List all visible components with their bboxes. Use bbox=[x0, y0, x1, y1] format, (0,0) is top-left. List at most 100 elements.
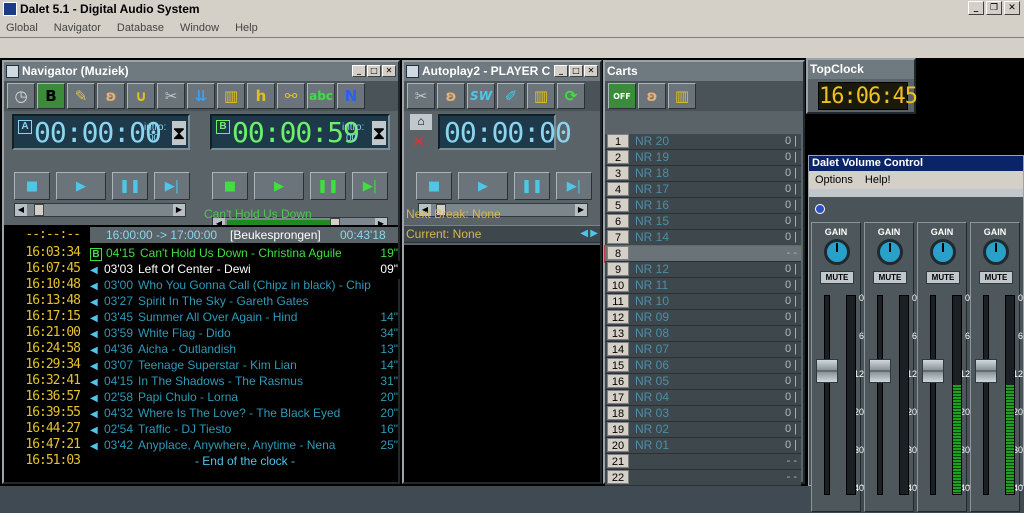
trash-icon[interactable]: ▥ bbox=[527, 83, 555, 109]
playlist-row[interactable]: 16:32:41 ◀ 04'15 In The Shadows - The Rasmu… bbox=[4, 373, 398, 389]
volume-fader[interactable] bbox=[975, 359, 997, 383]
cart-slot[interactable]: 8 - - bbox=[604, 245, 802, 263]
playlist-row[interactable]: 16:10:48 ◀ 03'00 Who You Gonna Call (Chipz … bbox=[4, 277, 398, 293]
navigator-titlebar[interactable]: Navigator (Muziek) _ □ ✕ bbox=[4, 62, 398, 81]
pen-icon[interactable]: ✐ bbox=[497, 83, 525, 109]
slider-thumb[interactable] bbox=[33, 204, 44, 216]
n-button[interactable]: N bbox=[337, 83, 365, 109]
cart-slot[interactable]: 17 NR 04 0 | bbox=[605, 390, 801, 406]
autoplay-next-button[interactable]: ▶| bbox=[556, 172, 592, 200]
menu-database[interactable]: Database bbox=[117, 22, 164, 34]
prev-arrow-icon[interactable]: ◀ bbox=[580, 228, 588, 239]
playlist-row[interactable]: 16:44:27 ◀ 02'54 Traffic - DJ Tiesto 16" bbox=[4, 421, 398, 437]
player-b-play-button[interactable]: ▶ bbox=[254, 172, 304, 200]
cart-slot[interactable]: 18 NR 03 0 | bbox=[605, 406, 801, 422]
volume-fader[interactable] bbox=[816, 359, 838, 383]
autoplay-titlebar[interactable]: Autoplay2 - PLAYER C _ □ ✕ bbox=[404, 62, 600, 81]
off-button[interactable]: OFF bbox=[608, 83, 636, 109]
playlist-row[interactable]: 16:47:21 ◀ 03'42 Anyplace, Anywhere, Anytim… bbox=[4, 437, 398, 453]
cart-slot[interactable]: 5 NR 16 0 | bbox=[605, 198, 801, 214]
playlist-row[interactable]: 16:51:03 - End of the clock - bbox=[4, 453, 398, 469]
cart-slot[interactable]: 1 NR 20 0 | bbox=[605, 134, 801, 150]
playlist-row[interactable]: 16:29:34 ◀ 03'07 Teenage Superstar - Kim Li… bbox=[4, 357, 398, 373]
magnet-icon[interactable]: ∪ bbox=[127, 83, 155, 109]
trash-icon[interactable]: ▥ bbox=[217, 83, 245, 109]
cart-slot[interactable]: 10 NR 11 0 | bbox=[605, 278, 801, 294]
menu-window[interactable]: Window bbox=[180, 22, 219, 34]
player-b-next-button[interactable]: ▶| bbox=[352, 172, 388, 200]
cart-slot[interactable]: 2 NR 19 0 | bbox=[605, 150, 801, 166]
restore-button[interactable]: ❐ bbox=[986, 1, 1002, 15]
mute-button[interactable]: MUTE bbox=[820, 271, 854, 284]
autoplay-pause-button[interactable]: ❚❚ bbox=[514, 172, 550, 200]
menu-help[interactable]: Help bbox=[235, 22, 258, 34]
navigator-close-button[interactable]: ✕ bbox=[382, 65, 396, 77]
playlist-row[interactable]: 16:07:45 ◀ 03'03 Left Of Center - Dewi 09" bbox=[4, 261, 400, 279]
playlist-row[interactable]: 16:24:58 ◀ 04'36 Aicha - Outlandish 13" bbox=[4, 341, 398, 357]
autoplay-maximize-button[interactable]: □ bbox=[569, 65, 583, 77]
playlist-row[interactable]: 16:13:48 ◀ 03'27 Spirit In The Sky - Gareth… bbox=[4, 293, 398, 309]
player-a-position-slider[interactable]: ◀ ▶ bbox=[14, 203, 186, 217]
player-b-stop-button[interactable]: ■ bbox=[212, 172, 248, 200]
playlist-row[interactable]: 16:21:00 ◀ 03'59 White Flag - Dido 34" bbox=[4, 325, 398, 341]
player-a-play-button[interactable]: ▶ bbox=[56, 172, 106, 200]
autoplay-play-button[interactable]: ▶ bbox=[458, 172, 508, 200]
slider-right-arrow-icon[interactable]: ▶ bbox=[575, 204, 587, 216]
merge-arrows-icon[interactable]: ⇊ bbox=[187, 83, 215, 109]
autoplay-minimize-button[interactable]: _ bbox=[554, 65, 568, 77]
cart-slot[interactable]: 3 NR 18 0 | bbox=[605, 166, 801, 182]
cart-slot[interactable]: 9 NR 12 0 | bbox=[605, 262, 801, 278]
b-button[interactable]: B bbox=[37, 83, 65, 109]
gain-knob[interactable] bbox=[877, 239, 903, 265]
gain-knob[interactable] bbox=[930, 239, 956, 265]
cart-slot[interactable]: 7 NR 14 0 | bbox=[605, 230, 801, 246]
carts-titlebar[interactable]: Carts bbox=[605, 62, 803, 81]
abc-button[interactable]: abc bbox=[307, 83, 335, 109]
menu-global[interactable]: Global bbox=[6, 22, 38, 34]
playlist-row[interactable]: 16:17:15 ◀ 03'45 Summer All Over Again - Hi… bbox=[4, 309, 398, 325]
cart-slot[interactable]: 22 - - bbox=[605, 470, 801, 486]
cart-slot[interactable]: 4 NR 17 0 | bbox=[605, 182, 801, 198]
player-a-pause-button[interactable]: ❚❚ bbox=[112, 172, 148, 200]
player-a-stop-button[interactable]: ■ bbox=[14, 172, 50, 200]
clock-header[interactable]: 16:00:00 -> 17:00:00 [Beukesprongen] 00:… bbox=[90, 227, 398, 243]
playlist-row[interactable]: 16:03:34 B 04'15 Can't Hold Us Down - Chris… bbox=[4, 245, 398, 261]
cart-slot[interactable]: 11 NR 10 0 | bbox=[605, 294, 801, 310]
cart-slot[interactable]: 13 NR 08 0 | bbox=[605, 326, 801, 342]
navigator-minimize-button[interactable]: _ bbox=[352, 65, 366, 77]
cart-slot[interactable]: 14 NR 07 0 | bbox=[605, 342, 801, 358]
ear-icon[interactable]: ʚ bbox=[437, 83, 465, 109]
mute-button[interactable]: MUTE bbox=[926, 271, 960, 284]
autoplay-close-button[interactable]: ✕ bbox=[584, 65, 598, 77]
player-a-next-button[interactable]: ▶| bbox=[154, 172, 190, 200]
link-icon[interactable]: ⚯ bbox=[277, 83, 305, 109]
cart-slot[interactable]: 20 NR 01 0 | bbox=[605, 438, 801, 454]
volume-menu-help[interactable]: Help! bbox=[865, 174, 891, 186]
slider-right-arrow-icon[interactable]: ▶ bbox=[173, 204, 185, 216]
ear-icon[interactable]: ʚ bbox=[638, 83, 666, 109]
volume-titlebar[interactable]: Dalet Volume Control bbox=[809, 156, 1023, 171]
menu-navigator[interactable]: Navigator bbox=[54, 22, 101, 34]
close-button[interactable]: ✕ bbox=[1004, 1, 1020, 15]
mute-button[interactable]: MUTE bbox=[979, 271, 1013, 284]
gain-knob[interactable] bbox=[983, 239, 1009, 265]
volume-scrollbar[interactable] bbox=[809, 189, 1023, 197]
topclock-titlebar[interactable]: TopClock bbox=[808, 60, 914, 79]
cart-slot[interactable]: 19 NR 02 0 | bbox=[605, 422, 801, 438]
player-b-pause-button[interactable]: ❚❚ bbox=[310, 172, 346, 200]
slider-left-arrow-icon[interactable]: ◀ bbox=[15, 204, 27, 216]
navigator-maximize-button[interactable]: □ bbox=[367, 65, 381, 77]
volume-menu-options[interactable]: Options bbox=[815, 174, 853, 186]
refresh-icon[interactable]: ⟳ bbox=[557, 83, 585, 109]
autoplay-stop-button[interactable]: ■ bbox=[416, 172, 452, 200]
cart-slot[interactable]: 16 NR 05 0 | bbox=[605, 374, 801, 390]
sw-button[interactable]: SW bbox=[467, 83, 495, 109]
clock-icon[interactable]: ◷ bbox=[7, 83, 35, 109]
cart-slot[interactable]: 21 - - bbox=[605, 454, 801, 470]
mute-button[interactable]: MUTE bbox=[873, 271, 907, 284]
minimize-button[interactable]: _ bbox=[968, 1, 984, 15]
volume-fader[interactable] bbox=[869, 359, 891, 383]
h-button[interactable]: h bbox=[247, 83, 275, 109]
playlist-row[interactable]: 16:39:55 ◀ 04'32 Where Is The Love? - The B… bbox=[4, 405, 398, 421]
trash-icon[interactable]: ▥ bbox=[668, 83, 696, 109]
